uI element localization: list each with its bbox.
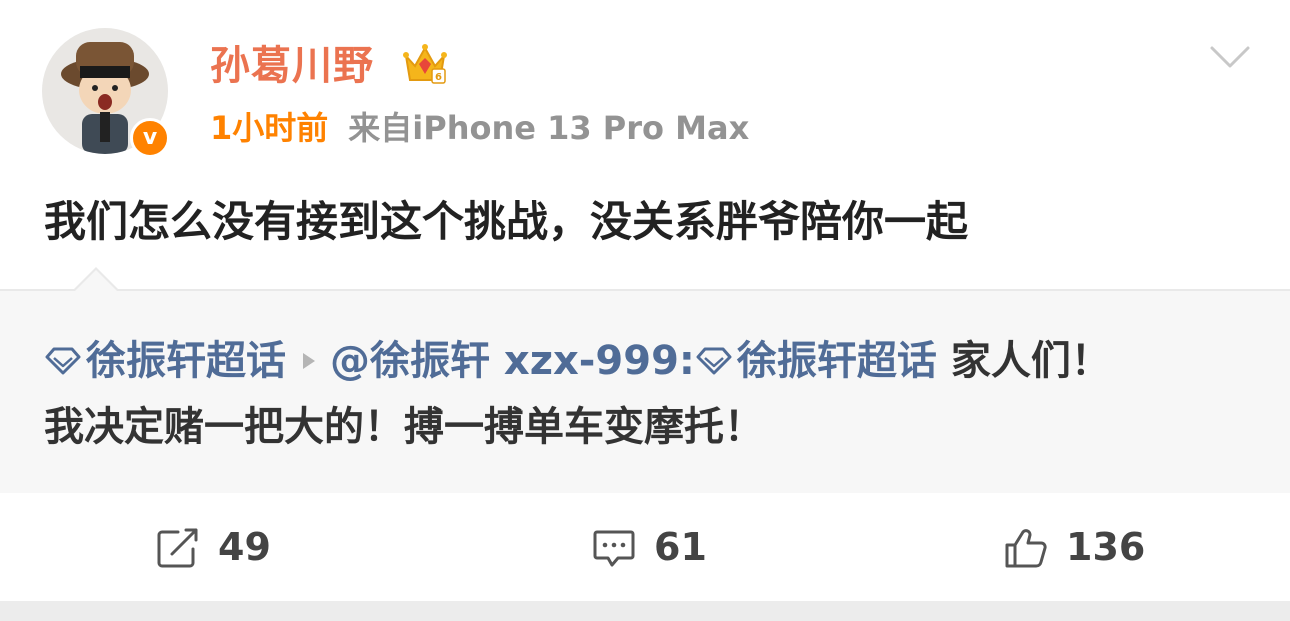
diamond-icon	[45, 347, 81, 375]
repost-text-part2: 我决定赌一把大的！搏一搏单车变摩托！	[44, 404, 764, 450]
comment-icon	[593, 530, 635, 567]
verified-v-icon: v	[130, 118, 170, 158]
play-arrow-icon	[303, 353, 315, 369]
repost-icon	[157, 528, 198, 568]
chevron-down-icon[interactable]	[1208, 40, 1252, 74]
topic-label: 徐振轩超话	[86, 338, 286, 384]
post-time: 1小时前	[210, 109, 329, 147]
bottom-divider	[0, 601, 1290, 621]
action-bar: 49 61 136	[0, 493, 1290, 601]
username[interactable]: 孙葛川野	[210, 38, 374, 94]
topic-link[interactable]: 徐振轩超话	[44, 338, 286, 384]
repost-line-1: 徐振轩超话 @徐振轩 xzx-999: 徐振轩超话 家人们！	[44, 333, 1111, 389]
repost-text-part1: 家人们！	[936, 338, 1111, 384]
repost-count: 49	[218, 525, 271, 569]
post-text: 我们怎么没有接到这个挑战，没关系胖爷陪你一起	[44, 197, 969, 246]
like-count: 136	[1066, 525, 1146, 569]
comment-button[interactable]: 61	[592, 519, 752, 575]
post-source: 来自iPhone 13 Pro Max	[348, 109, 750, 147]
repost-card[interactable]: 徐振轩超话 @徐振轩 xzx-999: 徐振轩超话 家人们！ 我决定赌一把大的！搏一…	[0, 267, 1290, 493]
like-button[interactable]: 136	[1004, 519, 1184, 575]
diamond-icon	[696, 347, 732, 375]
topic-label: 徐振轩超话	[736, 338, 937, 384]
repost-button[interactable]: 49	[156, 519, 316, 575]
topic-link-2[interactable]: 徐振轩超话	[695, 338, 937, 384]
repost-author-link[interactable]: @徐振轩 xzx-999:	[330, 338, 695, 384]
crown-icon[interactable]: 6	[402, 42, 448, 86]
comment-count: 61	[654, 525, 707, 569]
post-header: v 孙葛川野 6 1小时前 来自iPhone 13 Pro Max	[0, 0, 1290, 180]
post-meta: 1小时前 来自iPhone 13 Pro Max	[210, 106, 749, 150]
like-icon	[1005, 529, 1047, 568]
svg-text:6: 6	[435, 72, 442, 83]
